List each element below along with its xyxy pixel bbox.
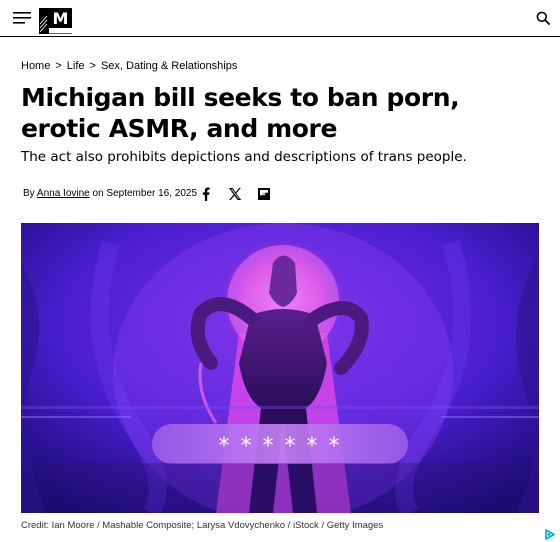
author-link[interactable]: Anna Iovine (37, 188, 90, 199)
mashable-logo[interactable]: M (39, 6, 73, 34)
publish-date: September 16, 2025 (106, 188, 198, 199)
byline-on: on (92, 188, 104, 199)
top-navigation-bar: M (0, 0, 560, 37)
breadcrumb-separator: > (55, 60, 62, 72)
image-credit: Credit: Ian Moore / Mashable Composite; … (21, 520, 384, 531)
breadcrumb-separator: > (89, 60, 96, 72)
byline-prefix: By (23, 188, 35, 199)
article-subhead: The act also prohibits depictions and de… (21, 149, 467, 165)
adchoices-icon[interactable] (542, 527, 557, 542)
breadcrumb-home-link[interactable]: Home (21, 60, 50, 72)
article-headline: Michigan bill seeks to ban porn, erotic … (21, 83, 460, 143)
facebook-icon[interactable] (199, 187, 213, 201)
flipboard-icon[interactable] (257, 187, 271, 201)
hamburger-menu-icon[interactable] (13, 11, 33, 25)
logo-letter: M (53, 9, 69, 28)
hero-illustration: * * * * * * (21, 223, 539, 513)
breadcrumb-sex-dating-link[interactable]: Sex, Dating & Relationships (101, 60, 237, 72)
x-icon[interactable] (228, 187, 242, 201)
breadcrumb-life-link[interactable]: Life (67, 60, 85, 72)
search-icon[interactable] (536, 11, 550, 25)
breadcrumb: Home > Life > Sex, Dating & Relationships (21, 60, 237, 72)
article-byline: By Anna Iovine on September 16, 2025 (23, 188, 197, 199)
password-mask-text: * * * * * * (219, 434, 342, 459)
hero-image: * * * * * * (21, 223, 539, 513)
